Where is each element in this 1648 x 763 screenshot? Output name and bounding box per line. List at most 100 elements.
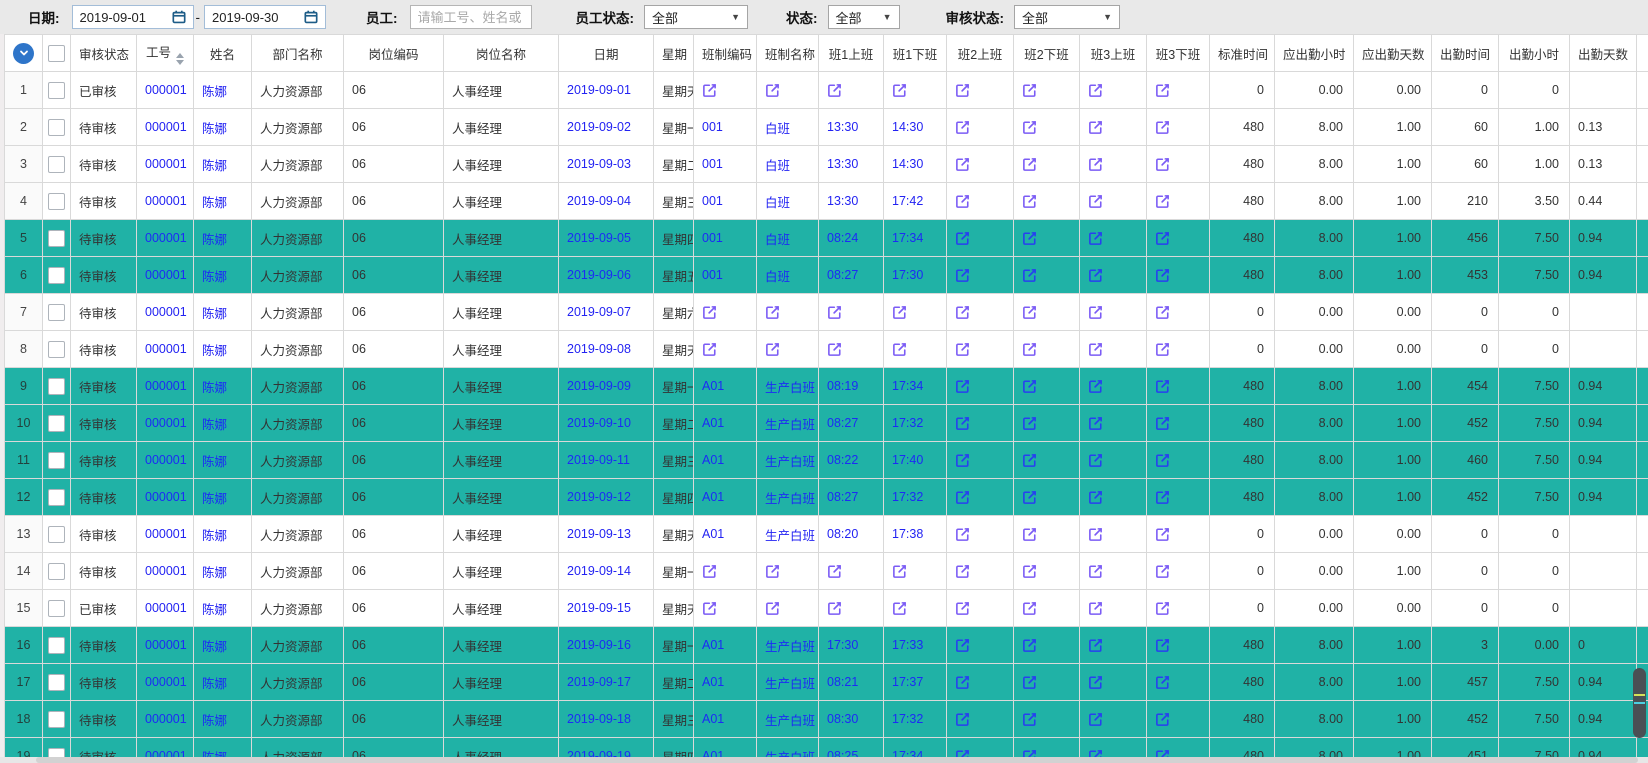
edit-icon[interactable] xyxy=(1155,527,1170,542)
edit-icon[interactable] xyxy=(1088,490,1103,505)
edit-icon[interactable] xyxy=(1155,157,1170,172)
cell-emp_no-link[interactable]: 000001 xyxy=(145,83,187,97)
cell-date-link[interactable]: 2019-09-18 xyxy=(567,712,631,726)
edit-icon[interactable] xyxy=(1022,231,1037,246)
row-checkbox[interactable] xyxy=(48,748,65,758)
cell-shift_name-link[interactable]: 白班 xyxy=(765,233,790,247)
edit-icon[interactable] xyxy=(1088,83,1103,98)
edit-icon[interactable] xyxy=(892,342,907,357)
row-checkbox[interactable] xyxy=(48,193,65,210)
edit-icon[interactable] xyxy=(702,305,717,320)
cell-shift_name-link[interactable]: 白班 xyxy=(765,270,790,284)
cell-emp_no-link[interactable]: 000001 xyxy=(145,749,187,757)
cell-date-link[interactable]: 2019-09-01 xyxy=(567,83,631,97)
edit-icon[interactable] xyxy=(1022,749,1037,757)
edit-icon[interactable] xyxy=(1155,194,1170,209)
edit-icon[interactable] xyxy=(1022,342,1037,357)
cell-emp_no-link[interactable]: 000001 xyxy=(145,120,187,134)
edit-icon[interactable] xyxy=(1155,268,1170,283)
edit-icon[interactable] xyxy=(702,342,717,357)
cell-shift1_in-link[interactable]: 08:20 xyxy=(827,527,858,541)
edit-icon[interactable] xyxy=(955,712,970,727)
cell-shift1_out-link[interactable]: 14:30 xyxy=(892,157,923,171)
edit-icon[interactable] xyxy=(955,490,970,505)
cell-shift1_in-link[interactable]: 08:30 xyxy=(827,712,858,726)
calendar-icon[interactable] xyxy=(172,10,186,24)
edit-icon[interactable] xyxy=(1155,490,1170,505)
edit-icon[interactable] xyxy=(1088,157,1103,172)
employee-status-select[interactable]: 全部 ▼ xyxy=(644,5,748,29)
cell-date-link[interactable]: 2019-09-15 xyxy=(567,601,631,615)
cell-shift_name-link[interactable]: 生产白班 xyxy=(765,529,815,543)
cell-name-link[interactable]: 陈娜 xyxy=(202,566,227,580)
cell-shift_code-link[interactable]: A01 xyxy=(702,749,724,757)
edit-icon[interactable] xyxy=(1022,638,1037,653)
cell-emp_no-link[interactable]: 000001 xyxy=(145,601,187,615)
cell-shift_name-link[interactable]: 白班 xyxy=(765,196,790,210)
edit-icon[interactable] xyxy=(702,564,717,579)
cell-emp_no-link[interactable]: 000001 xyxy=(145,527,187,541)
cell-shift1_out-link[interactable]: 17:34 xyxy=(892,231,923,245)
edit-icon[interactable] xyxy=(1155,83,1170,98)
vertical-scrollbar-thumb[interactable] xyxy=(1633,668,1646,738)
cell-emp_no-link[interactable]: 000001 xyxy=(145,638,187,652)
cell-shift_code-link[interactable]: A01 xyxy=(702,379,724,393)
row-checkbox[interactable] xyxy=(48,452,65,469)
cell-name-link[interactable]: 陈娜 xyxy=(202,603,227,617)
edit-icon[interactable] xyxy=(1155,416,1170,431)
edit-icon[interactable] xyxy=(1088,638,1103,653)
edit-icon[interactable] xyxy=(1022,268,1037,283)
cell-emp_no-link[interactable]: 000001 xyxy=(145,379,187,393)
edit-icon[interactable] xyxy=(955,416,970,431)
edit-icon[interactable] xyxy=(1155,379,1170,394)
cell-shift_code-link[interactable]: A01 xyxy=(702,416,724,430)
cell-emp_no-link[interactable]: 000001 xyxy=(145,490,187,504)
cell-date-link[interactable]: 2019-09-11 xyxy=(567,453,630,467)
cell-shift_name-link[interactable]: 生产白班 xyxy=(765,492,815,506)
cell-date-link[interactable]: 2019-09-05 xyxy=(567,231,631,245)
edit-icon[interactable] xyxy=(1022,712,1037,727)
cell-shift1_in-link[interactable]: 13:30 xyxy=(827,157,858,171)
cell-shift1_out-link[interactable]: 17:37 xyxy=(892,675,923,689)
edit-icon[interactable] xyxy=(955,231,970,246)
cell-date-link[interactable]: 2019-09-16 xyxy=(567,638,631,652)
cell-name-link[interactable]: 陈娜 xyxy=(202,640,227,654)
edit-icon[interactable] xyxy=(1155,305,1170,320)
edit-icon[interactable] xyxy=(1022,157,1037,172)
cell-shift_name-link[interactable]: 生产白班 xyxy=(765,418,815,432)
edit-icon[interactable] xyxy=(1088,416,1103,431)
edit-icon[interactable] xyxy=(827,564,842,579)
edit-icon[interactable] xyxy=(892,305,907,320)
cell-shift_code-link[interactable]: 001 xyxy=(702,194,723,208)
edit-icon[interactable] xyxy=(1155,564,1170,579)
edit-icon[interactable] xyxy=(892,601,907,616)
edit-icon[interactable] xyxy=(1155,712,1170,727)
cell-shift_code-link[interactable]: A01 xyxy=(702,675,724,689)
edit-icon[interactable] xyxy=(892,83,907,98)
calendar-icon[interactable] xyxy=(304,10,318,24)
edit-icon[interactable] xyxy=(765,305,780,320)
cell-shift_code-link[interactable]: 001 xyxy=(702,120,723,134)
cell-date-link[interactable]: 2019-09-06 xyxy=(567,268,631,282)
cell-date-link[interactable]: 2019-09-02 xyxy=(567,120,631,134)
row-checkbox[interactable] xyxy=(48,489,65,506)
audit-status-select[interactable]: 全部 ▼ xyxy=(1014,5,1120,29)
cell-shift_name-link[interactable]: 生产白班 xyxy=(765,381,815,395)
select-all-checkbox[interactable] xyxy=(48,45,65,62)
edit-icon[interactable] xyxy=(1088,379,1103,394)
edit-icon[interactable] xyxy=(1088,675,1103,690)
cell-date-link[interactable]: 2019-09-04 xyxy=(567,194,631,208)
cell-name-link[interactable]: 陈娜 xyxy=(202,233,227,247)
cell-shift_name-link[interactable]: 生产白班 xyxy=(765,455,815,469)
cell-shift_name-link[interactable]: 生产白班 xyxy=(765,714,815,728)
edit-icon[interactable] xyxy=(1088,120,1103,135)
edit-icon[interactable] xyxy=(827,83,842,98)
select-all-dropdown[interactable] xyxy=(13,43,34,64)
edit-icon[interactable] xyxy=(1022,305,1037,320)
cell-shift1_in-link[interactable]: 08:24 xyxy=(827,231,858,245)
cell-shift_name-link[interactable]: 白班 xyxy=(765,159,790,173)
cell-shift_code-link[interactable]: A01 xyxy=(702,490,724,504)
date-start-input[interactable]: 2019-09-01 xyxy=(72,5,194,29)
edit-icon[interactable] xyxy=(1155,601,1170,616)
edit-icon[interactable] xyxy=(1088,564,1103,579)
